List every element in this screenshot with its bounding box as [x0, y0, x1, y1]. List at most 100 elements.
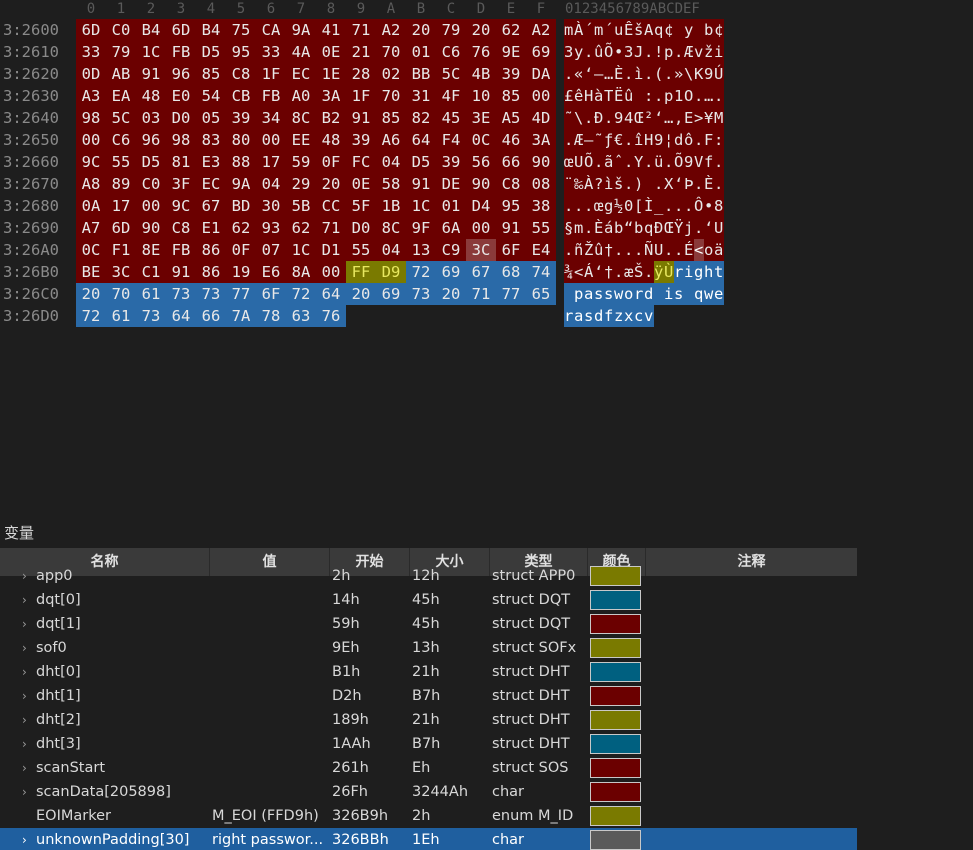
hex-byte[interactable]: 81 — [166, 151, 196, 173]
table-row[interactable]: › dht[0] B1h 21h struct DHT — [0, 660, 857, 684]
ascii-char[interactable]: ‘ — [594, 261, 604, 283]
hex-byte[interactable]: 59 — [286, 151, 316, 173]
hex-byte[interactable]: 85 — [376, 107, 406, 129]
hex-byte[interactable]: 79 — [436, 19, 466, 41]
ascii-char[interactable]: p — [574, 283, 584, 305]
ascii-char[interactable]: < — [574, 261, 584, 283]
hex-byte[interactable]: D0 — [166, 107, 196, 129]
hex-byte[interactable]: 20 — [406, 19, 436, 41]
hex-byte[interactable]: 0C — [466, 129, 496, 151]
hex-byte[interactable]: 91 — [406, 173, 436, 195]
hex-byte[interactable]: EA — [106, 85, 136, 107]
ascii-char[interactable]: . — [564, 129, 574, 151]
table-row[interactable]: › unknownPadding[30] right passwor... 326BB… — [0, 828, 857, 850]
hex-byte[interactable]: 70 — [106, 283, 136, 305]
ascii-char[interactable]: ê — [574, 85, 584, 107]
ascii-char[interactable]: . — [624, 151, 634, 173]
ascii-char[interactable]: ² — [644, 107, 654, 129]
hex-row[interactable]: 3:2690 A7 6D 90 C8 E1 62 93 62 71 D0 8C 9F 6A 00 91 55 §m… — [0, 217, 973, 239]
ascii-char[interactable]: d — [674, 129, 684, 151]
hex-byte[interactable]: 5B — [286, 195, 316, 217]
chevron-right-icon[interactable]: › — [22, 684, 27, 708]
ascii-text[interactable]: .ñŽû†...ÑU..É<oä — [564, 239, 724, 261]
hex-byte[interactable]: 01 — [406, 41, 436, 63]
hex-byte[interactable]: 1C — [286, 239, 316, 261]
hex-byte[interactable]: 13 — [406, 239, 436, 261]
hex-byte[interactable]: 00 — [256, 129, 286, 151]
ascii-char[interactable]: ´ — [584, 19, 594, 41]
ascii-char[interactable]: . — [714, 151, 724, 173]
hex-byte[interactable]: 3A — [316, 85, 346, 107]
hex-byte[interactable]: 48 — [316, 129, 346, 151]
ascii-char[interactable]: á — [604, 217, 614, 239]
ascii-char[interactable]: . — [624, 173, 634, 195]
hex-byte[interactable]: 3A — [526, 129, 556, 151]
ascii-char[interactable]: ì — [634, 63, 644, 85]
ascii-char[interactable]: q — [654, 19, 664, 41]
ascii-char[interactable]: t — [714, 261, 724, 283]
ascii-char[interactable]: Á — [584, 261, 594, 283]
ascii-char[interactable]: Y — [634, 151, 644, 173]
hex-byte[interactable]: B2 — [316, 107, 346, 129]
hex-byte[interactable]: 78 — [256, 305, 286, 327]
hex-byte[interactable]: 46 — [496, 129, 526, 151]
hex-byte[interactable]: 64 — [406, 129, 436, 151]
ascii-char[interactable]: Ð — [654, 217, 664, 239]
hex-byte[interactable]: 1C — [406, 195, 436, 217]
hex-byte[interactable]: 39 — [346, 129, 376, 151]
hex-byte[interactable]: 31 — [406, 85, 436, 107]
ascii-text[interactable]: œUÕ.ãˆ.Y.ü.Õ9Vf. — [564, 151, 724, 173]
ascii-char[interactable]: î — [634, 129, 644, 151]
ascii-char[interactable]: s — [584, 305, 594, 327]
hex-byte[interactable]: 29 — [286, 173, 316, 195]
hex-byte[interactable]: D0 — [346, 217, 376, 239]
hex-byte[interactable]: 9F — [406, 217, 436, 239]
ascii-char[interactable]: Ñ — [644, 239, 654, 261]
ascii-char[interactable]: . — [654, 173, 664, 195]
ascii-char[interactable]: . — [604, 107, 614, 129]
ascii-text[interactable]: ˜\.Ð.94Œ²‘…‚E>¥M — [564, 107, 724, 129]
table-row[interactable]: EOIMarker M_EOI (FFD9h) 326B9h 2h enum M_ID — [0, 804, 857, 828]
table-row[interactable]: › dht[1] D2h B7h struct DHT — [0, 684, 857, 708]
hex-byte[interactable]: 64 — [166, 305, 196, 327]
hex-byte[interactable]: 67 — [196, 195, 226, 217]
hex-byte[interactable]: 8C — [376, 217, 406, 239]
hex-byte[interactable]: 33 — [256, 41, 286, 63]
ascii-char[interactable]: e — [714, 283, 724, 305]
ascii-char[interactable]: ñ — [574, 239, 584, 261]
ascii-char[interactable]: ‘ — [584, 63, 594, 85]
ascii-char[interactable]: v — [644, 305, 654, 327]
ascii-char[interactable]: . — [694, 85, 704, 107]
hex-byte[interactable]: 48 — [136, 85, 166, 107]
ascii-char[interactable]: 4 — [624, 107, 634, 129]
hex-byte[interactable]: A2 — [526, 19, 556, 41]
color-swatch[interactable] — [590, 830, 641, 850]
ascii-char[interactable]: i — [714, 41, 724, 63]
hex-byte[interactable]: 0F — [316, 151, 346, 173]
hex-byte[interactable]: 55 — [346, 239, 376, 261]
ascii-char[interactable]: Æ — [574, 129, 584, 151]
hex-byte[interactable]: 72 — [76, 305, 106, 327]
ascii-char[interactable]: ž — [704, 41, 714, 63]
ascii-char[interactable]: U — [714, 217, 724, 239]
table-row[interactable]: › dht[2] 189h 21h struct DHT — [0, 708, 857, 732]
ascii-char[interactable]: ˆ — [614, 151, 624, 173]
ascii-char[interactable]: 3 — [624, 41, 634, 63]
ascii-char[interactable]: Õ — [584, 151, 594, 173]
ascii-char[interactable]: J — [634, 41, 644, 63]
ascii-char[interactable]: . — [674, 41, 684, 63]
hex-byte[interactable]: E4 — [526, 239, 556, 261]
hex-byte[interactable]: 6A — [436, 217, 466, 239]
chevron-right-icon[interactable]: › — [22, 564, 27, 588]
ascii-char[interactable]: “ — [624, 217, 634, 239]
hex-byte[interactable]: 95 — [496, 195, 526, 217]
hex-row[interactable]: 3:2610 33 79 1C FB D5 95 33 4A 0E 21 70 01 C6 76 9E 69 3y… — [0, 41, 973, 63]
ascii-text[interactable]: ¾<Á‘†.æŠ.ÿÙright — [564, 261, 724, 283]
hex-byte[interactable]: 73 — [136, 305, 166, 327]
hex-byte[interactable]: 01 — [436, 195, 466, 217]
hex-byte[interactable]: EE — [286, 129, 316, 151]
color-swatch[interactable] — [590, 662, 641, 682]
hex-byte[interactable]: 71 — [466, 283, 496, 305]
hex-byte[interactable]: 1B — [376, 195, 406, 217]
chevron-right-icon[interactable]: › — [22, 732, 27, 756]
